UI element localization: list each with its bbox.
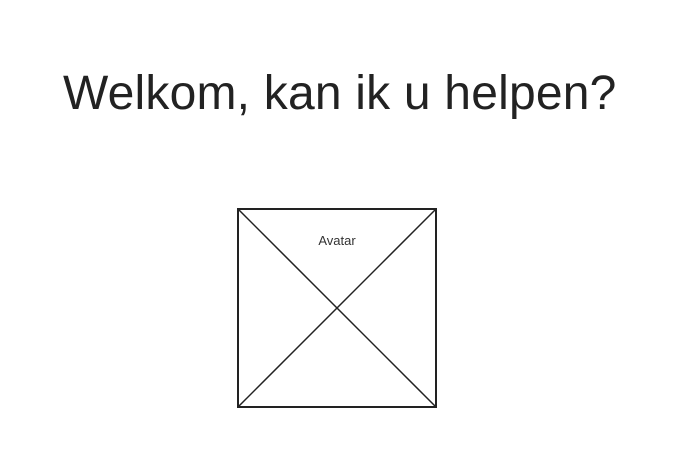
avatar: Avatar — [237, 208, 437, 408]
page-title: Welkom, kan ik u helpen? — [63, 67, 617, 120]
avatar-label: Avatar — [318, 233, 356, 248]
